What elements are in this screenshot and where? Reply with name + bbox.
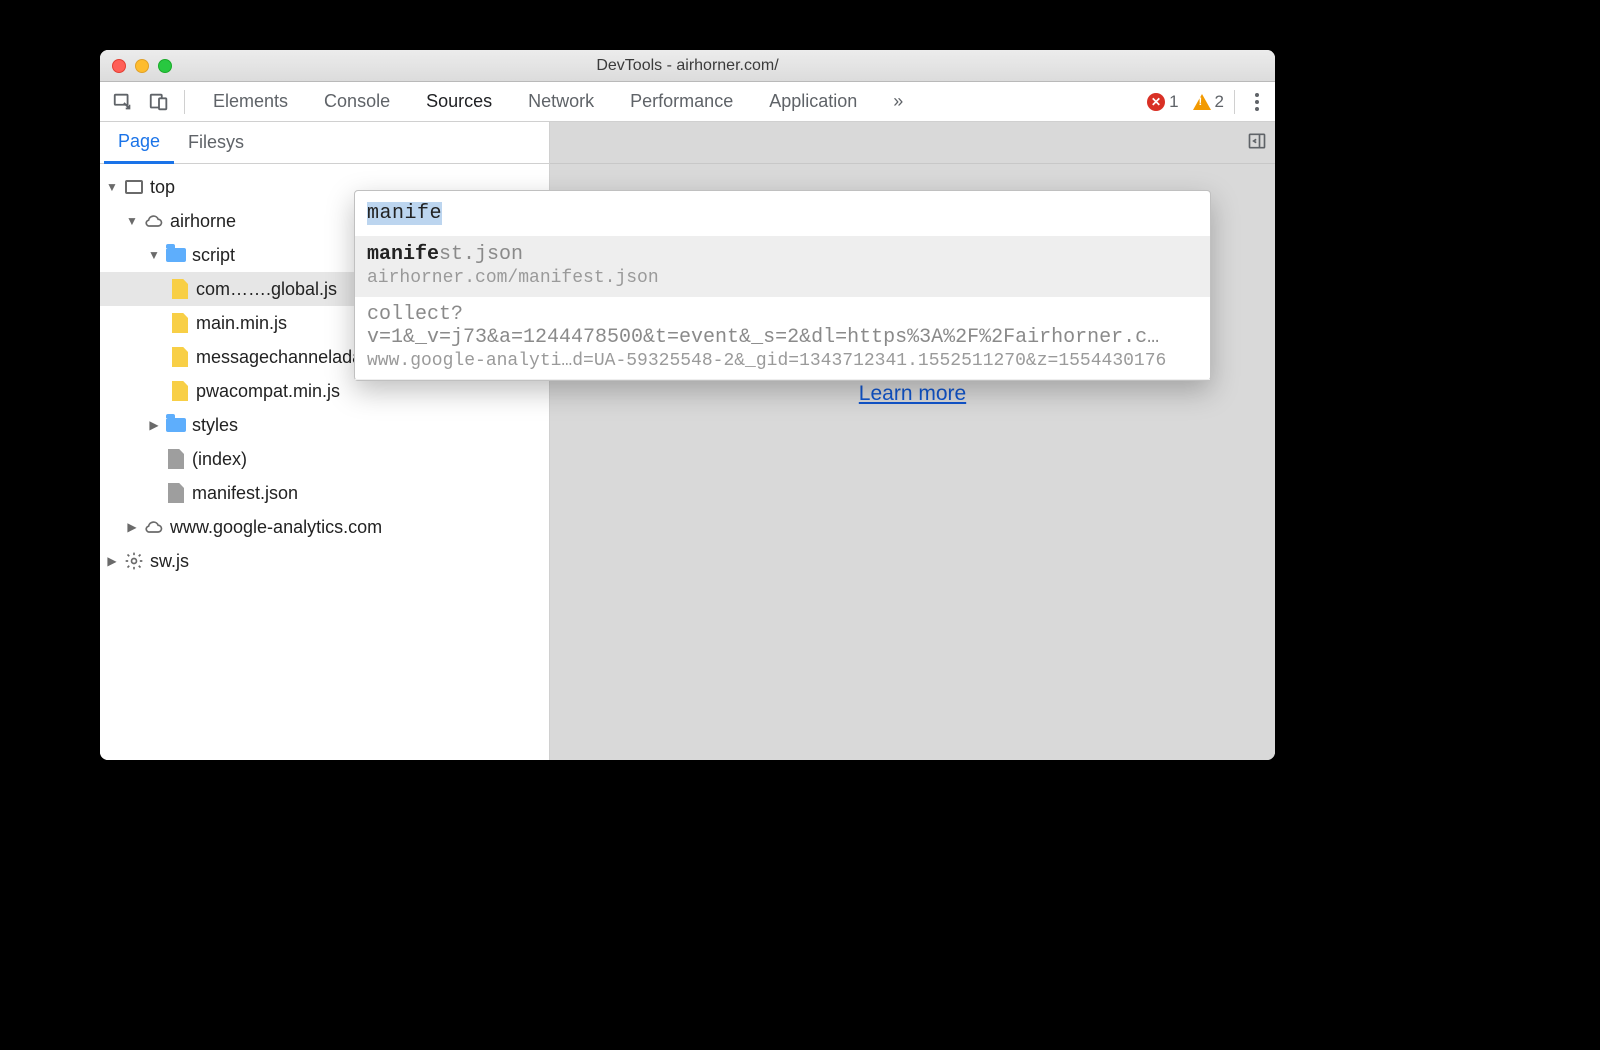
open-file-result[interactable]: manifest.json airhorner.com/manifest.jso…: [355, 237, 1210, 297]
open-file-results: manifest.json airhorner.com/manifest.jso…: [355, 237, 1210, 380]
open-file-query: manife: [367, 202, 442, 225]
tab-network[interactable]: Network: [510, 82, 612, 121]
tree-file-index[interactable]: (index): [100, 442, 549, 476]
tree-file-manifest[interactable]: manifest.json: [100, 476, 549, 510]
match-rest: st.json: [439, 243, 523, 266]
window-zoom-button[interactable]: [158, 59, 172, 73]
tree-label: (index): [192, 449, 247, 470]
open-file-result[interactable]: collect?v=1&_v=j73&a=1244478500&t=event&…: [355, 297, 1210, 380]
js-file-icon: [172, 347, 188, 367]
titlebar: DevTools - airhorner.com/: [100, 50, 1275, 82]
device-toggle-icon[interactable]: [144, 87, 174, 117]
cloud-icon: [144, 211, 164, 231]
match-rest: collect?v=1&_v=j73&a=1244478500&t=event&…: [367, 303, 1159, 349]
tree-label: sw.js: [150, 551, 189, 572]
chevron-right-icon: ▶: [148, 418, 160, 432]
window-title: DevTools - airhorner.com/: [100, 57, 1275, 75]
warning-icon: [1193, 94, 1211, 110]
console-status[interactable]: ✕ 1 2: [1147, 92, 1224, 112]
tree-label: pwacompat.min.js: [196, 381, 340, 402]
error-icon: ✕: [1147, 93, 1165, 111]
tree-label: airhorne: [170, 211, 236, 232]
devtools-window: DevTools - airhorner.com/ Elements Conso…: [100, 50, 1275, 760]
js-file-icon: [172, 279, 188, 299]
gear-icon: [124, 551, 144, 571]
match-bold: manife: [367, 243, 439, 266]
chevron-down-icon: ▼: [106, 180, 118, 194]
open-file-dialog: manife manifest.json airhorner.com/manif…: [354, 190, 1211, 381]
navigator-tab-page[interactable]: Page: [104, 123, 174, 164]
learn-more-link[interactable]: Learn more: [859, 382, 966, 405]
tab-application[interactable]: Application: [751, 82, 875, 121]
match-subtitle: www.google-analyti…d=UA-59325548-2&_gid=…: [367, 351, 1198, 371]
chevron-down-icon: ▼: [148, 248, 160, 262]
match-subtitle: airhorner.com/manifest.json: [367, 268, 1198, 288]
warning-count: 2: [1215, 92, 1224, 112]
navigator-tab-filesystem[interactable]: Filesys: [174, 122, 258, 163]
open-file-input[interactable]: manife: [355, 191, 1210, 237]
folder-icon: [166, 248, 186, 262]
tree-label: com…….global.js: [196, 279, 337, 300]
tree-service-worker[interactable]: ▶ sw.js: [100, 544, 549, 578]
file-icon: [168, 483, 184, 503]
chevron-down-icon: ▼: [126, 214, 138, 228]
tree-label: manifest.json: [192, 483, 298, 504]
window-close-button[interactable]: [112, 59, 126, 73]
tab-performance[interactable]: Performance: [612, 82, 751, 121]
tree-folder-styles[interactable]: ▶ styles: [100, 408, 549, 442]
tab-console[interactable]: Console: [306, 82, 408, 121]
devtools-menu-button[interactable]: [1245, 93, 1269, 111]
tab-sources[interactable]: Sources: [408, 82, 510, 121]
js-file-icon: [172, 313, 188, 333]
chevron-right-icon: ▶: [126, 520, 138, 534]
tree-label: www.google-analytics.com: [170, 517, 382, 538]
tree-origin-ga[interactable]: ▶ www.google-analytics.com: [100, 510, 549, 544]
chevron-right-icon: ▶: [106, 554, 118, 568]
tabs-overflow[interactable]: »: [875, 82, 921, 121]
editor-tabstrip: [550, 122, 1275, 164]
file-icon: [168, 449, 184, 469]
folder-icon: [166, 418, 186, 432]
tree-label: main.min.js: [196, 313, 287, 334]
panel-tabs: Elements Console Sources Network Perform…: [195, 82, 921, 121]
tree-label: styles: [192, 415, 238, 436]
inspect-element-icon[interactable]: [108, 87, 138, 117]
cloud-icon: [144, 517, 164, 537]
tree-label: script: [192, 245, 235, 266]
toggle-debugger-sidebar-icon[interactable]: [1247, 131, 1267, 155]
traffic-lights: [112, 59, 172, 73]
window-minimize-button[interactable]: [135, 59, 149, 73]
tab-elements[interactable]: Elements: [195, 82, 306, 121]
navigator-tabs: Page Filesys: [100, 122, 549, 164]
toolbar-separator: [184, 90, 185, 114]
tree-label: top: [150, 177, 175, 198]
toolbar-separator: [1234, 90, 1235, 114]
error-count: 1: [1169, 92, 1178, 112]
devtools-toolbar: Elements Console Sources Network Perform…: [100, 82, 1275, 122]
js-file-icon: [172, 381, 188, 401]
frame-icon: [125, 180, 143, 194]
